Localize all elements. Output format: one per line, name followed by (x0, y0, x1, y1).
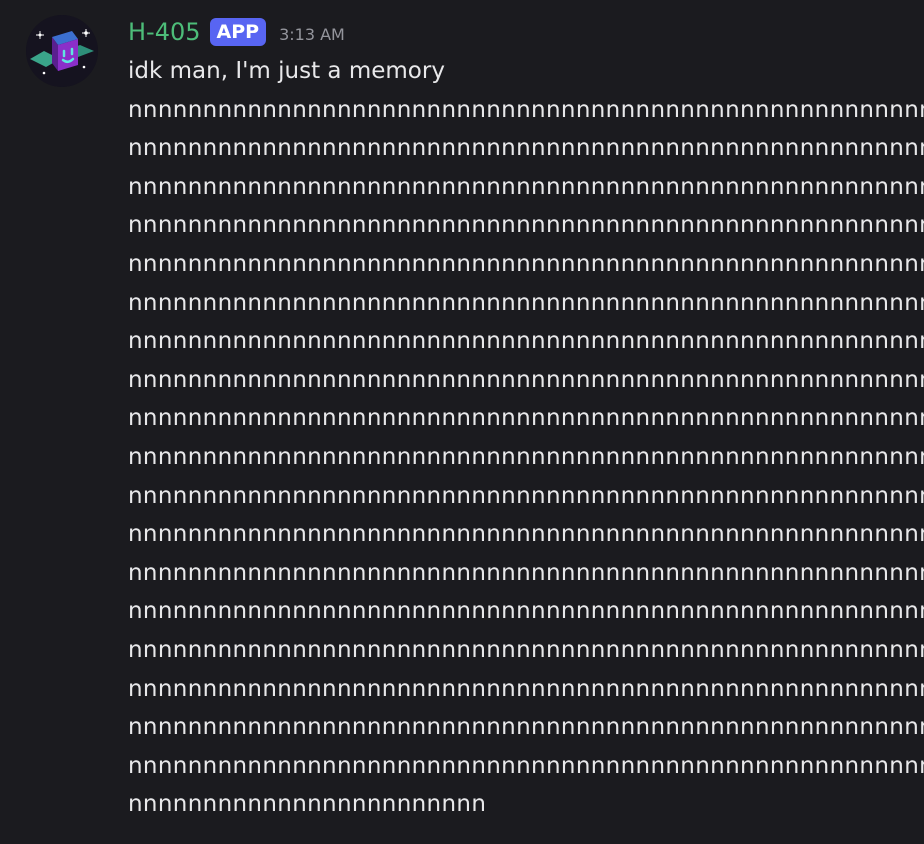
message-text-line: nnnnnnnnnnnnnnnnnnnnnnnnnnnnnnnnnnnnnnnn… (128, 366, 924, 393)
message-text-line: nnnnnnnnnnnnnnnnnnnnnnnnnnnnnnnnnnnnnnnn… (128, 559, 924, 586)
timestamp[interactable]: 3:13 AM (279, 25, 345, 44)
message-text-line: nnnnnnnnnnnnnnnnnnnnnnnnnnnnnnnnnnnnnnnn… (128, 135, 924, 162)
message-text-line: nnnnnnnnnnnnnnnnnnnnnnnnnnnnnnnnnnnnnnnn… (128, 598, 924, 625)
message-content: idk man, I'm just a memory nnnnnnnnnnnnn… (128, 52, 924, 824)
message-text-line: nnnnnnnnnnnnnnnnnnnnnnnnnnnnnnnnnnnnnnnn… (128, 212, 924, 239)
message-text-first-line: idk man, I'm just a memory (128, 58, 445, 84)
message-text-line: nnnnnnnnnnnnnnnnnnnnnnnnnnnnnnnnnnnnnnnn… (128, 443, 924, 470)
message-text-line: nnnnnnnnnnnnnnnnnnnnnnnnnnnnnnnnnnnnnnnn… (128, 675, 924, 702)
message-text-line: nnnnnnnnnnnnnnnnnnnnnnnnnnnnnnnnnnnnnnnn… (128, 96, 924, 123)
message-text-line: nnnnnnnnnnnnnnnnnnnnnnnnnnnnnnnnnnnnnnnn… (128, 250, 924, 277)
message-text-line: nnnnnnnnnnnnnnnnnnnnnnnnnnnnnnnnnnnnnnnn… (128, 521, 924, 548)
message-text-line: nnnnnnnnnnnnnnnnnnnnnnnnnnnnnnnnnnnnnnnn… (128, 289, 924, 316)
message-header: H-405 APP 3:13 AM (128, 16, 345, 48)
message-text-line: nnnnnnnnnnnnnnnnnnnnnnnnnnnnnnnnnnnnnnnn… (128, 636, 924, 663)
avatar-graphic (26, 15, 98, 87)
chat-message: H-405 APP 3:13 AM idk man, I'm just a me… (0, 0, 924, 844)
message-text-line: nnnnnnnnnnnnnnnnnnnnnnnnnnnnnnnnnnnnnnnn… (128, 752, 924, 779)
app-badge: APP (209, 18, 267, 46)
message-text-line: nnnnnnnnnnnnnnnnnnnnnnnnnnnnnnnnnnnnnnnn… (128, 714, 924, 741)
message-text-line: nnnnnnnnnnnnnnnnnnnnnnnnnnnnnnnnnnnnnnnn… (128, 328, 924, 355)
message-text-body: nnnnnnnnnnnnnnnnnnnnnnnnnnnnnnnnnnnnnnnn… (128, 91, 924, 824)
bot-avatar-icon[interactable] (26, 15, 98, 87)
message-text-line: nnnnnnnnnnnnnnnnnnnnnnnnnnnnnnnnnnnnnnnn… (128, 173, 924, 200)
username[interactable]: H-405 (128, 18, 201, 46)
message-text-line: nnnnnnnnnnnnnnnnnnnnnnnnnnnnnnnnnnnnnnnn… (128, 482, 924, 509)
message-text-line: nnnnnnnnnnnnnnnnnnnnnnnnnnnnnnnnnnnnnnnn… (128, 405, 924, 432)
message-text-line: nnnnnnnnnnnnnnnnnnnnnnnn (128, 791, 487, 818)
